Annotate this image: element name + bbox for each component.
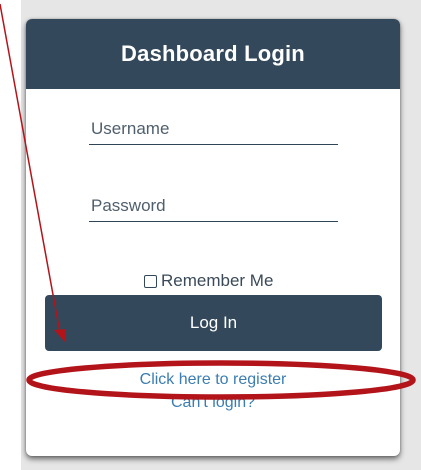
cant-login-link-text[interactable]: Can't login? xyxy=(171,394,255,411)
remember-me-checkbox[interactable] xyxy=(144,274,157,288)
remember-me-label[interactable]: Remember Me xyxy=(161,271,273,291)
password-input[interactable] xyxy=(89,194,338,222)
page-margin xyxy=(0,0,21,470)
login-button[interactable]: Log In xyxy=(45,295,382,351)
login-card: Dashboard Login Remember Me Log In Click… xyxy=(26,19,400,456)
remember-me-row[interactable]: Remember Me xyxy=(144,271,273,291)
register-link-text[interactable]: Click here to register xyxy=(140,371,287,388)
username-input[interactable] xyxy=(89,117,338,145)
register-link[interactable]: Click here to register xyxy=(26,371,400,389)
login-title: Dashboard Login xyxy=(121,41,305,66)
cant-login-link[interactable]: Can't login? xyxy=(26,394,400,412)
login-card-header: Dashboard Login xyxy=(26,19,400,89)
